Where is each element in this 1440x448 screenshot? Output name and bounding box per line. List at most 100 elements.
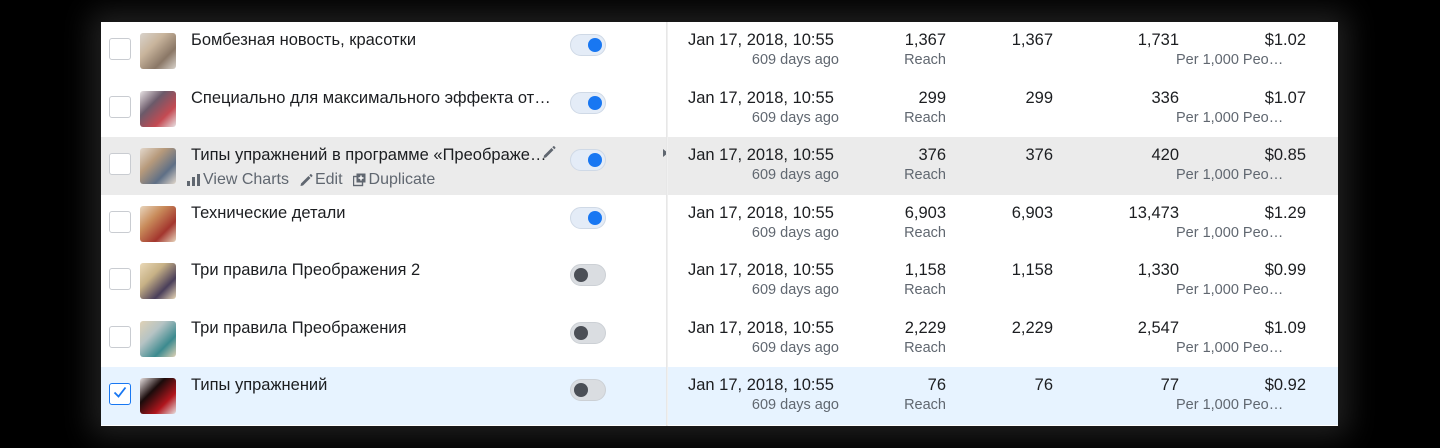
cost-label: Per 1,000 People Reached (1176, 109, 1288, 126)
last-edit-ago: 609 days ago (751, 52, 839, 68)
cost-value: $1.29 (1264, 203, 1306, 222)
last-edit-date: Jan 17, 2018, 10:55 PM (688, 146, 839, 164)
row-checkbox[interactable] (109, 268, 131, 290)
table-row[interactable]: Типы упражнений в программе «Преображени… (101, 137, 1338, 195)
ad-name[interactable]: Бомбезная новость, красотки (191, 31, 551, 50)
last-edit-ago: 609 days ago (751, 167, 839, 183)
ad-name[interactable]: Специально для максимального эффекта от … (191, 89, 551, 108)
ad-name[interactable]: Три правила Преображения 2 (191, 261, 551, 280)
reach-value: 376 (918, 146, 946, 164)
row-checkbox[interactable] (109, 95, 131, 118)
row-checkbox[interactable] (109, 383, 131, 405)
impressions-value: 299 (1025, 88, 1053, 107)
edit-name-icon[interactable] (542, 145, 558, 161)
toggle-knob (574, 325, 588, 340)
toggle-knob (588, 153, 602, 167)
ad-thumbnail (140, 378, 176, 414)
cost-value: $1.02 (1264, 31, 1306, 49)
delivery-toggle[interactable] (570, 149, 606, 171)
last-edit-ago: 609 days ago (751, 339, 839, 356)
table-row[interactable]: Технические детали Jan 17, 2018, 10:55 PM… (101, 195, 1338, 253)
table-row[interactable]: Специально для максимального эффекта от … (101, 80, 1338, 138)
row-checkbox[interactable] (109, 325, 131, 348)
frequency-value: 77 (1160, 376, 1179, 394)
delivery-toggle[interactable] (570, 379, 606, 401)
impressions-value: 76 (1034, 376, 1053, 394)
table-row[interactable]: Три правила Преображения 2 Jan 17, 2018, … (101, 252, 1338, 310)
frequency-value: 13,473 (1128, 203, 1179, 222)
reach-label: Reach (904, 282, 946, 298)
delivery-toggle[interactable] (570, 34, 606, 56)
reach-label: Reach (904, 224, 946, 241)
reach-value: 1,367 (904, 31, 946, 49)
reach-value: 76 (927, 376, 946, 394)
view-charts-link[interactable]: View Charts (187, 171, 289, 189)
ad-thumbnail (140, 90, 176, 127)
frequency-value: 1,731 (1137, 31, 1179, 49)
ad-thumbnail (140, 148, 176, 184)
table-row[interactable]: Три правила Преображения Jan 17, 2018, 10… (101, 310, 1338, 368)
ad-name[interactable]: Типы упражнений в программе «Преображени… (191, 146, 551, 165)
duplicate-icon (352, 173, 367, 187)
ad-thumbnail (140, 320, 176, 357)
impressions-value: 2,229 (1011, 318, 1053, 337)
reach-value: 1,158 (904, 261, 946, 279)
cost-label: Per 1,000 People Reached (1176, 339, 1288, 356)
reach-label: Reach (904, 52, 946, 68)
cost-label: Per 1,000 People Reached (1176, 167, 1288, 183)
last-edit-ago: 609 days ago (751, 397, 839, 413)
toggle-knob (588, 210, 602, 225)
table-row[interactable]: Типы упражнений Jan 17, 2018, 10:55 PM 609… (101, 367, 1338, 425)
row-checkbox[interactable] (109, 210, 131, 233)
bar-chart-icon (187, 174, 201, 186)
toggle-knob (574, 268, 588, 282)
row-actions: View Charts Edit Duplicate (187, 171, 435, 189)
checkmark-icon (113, 385, 127, 399)
delivery-toggle[interactable] (570, 206, 606, 229)
toggle-knob (574, 383, 588, 397)
column-divider (666, 22, 668, 426)
cost-label: Per 1,000 People Reached (1176, 282, 1288, 298)
last-edit-date: Jan 17, 2018, 10:55 PM (688, 376, 839, 394)
delivery-toggle[interactable] (570, 264, 606, 286)
ads-table: Бомбезная новость, красотки Jan 17, 2018,… (101, 22, 1338, 426)
toggle-knob (588, 38, 602, 52)
last-edit-date: Jan 17, 2018, 10:55 PM (688, 318, 839, 337)
row-checkbox[interactable] (109, 38, 131, 60)
impressions-value: 1,158 (1011, 261, 1053, 279)
table-row[interactable]: Бомбезная новость, красотки Jan 17, 2018,… (101, 22, 1338, 80)
reach-value: 2,229 (904, 318, 946, 337)
last-edit-date: Jan 17, 2018, 10:55 PM (688, 203, 839, 222)
frequency-value: 420 (1151, 146, 1179, 164)
impressions-value: 1,367 (1011, 31, 1053, 49)
last-edit-ago: 609 days ago (751, 282, 839, 298)
delivery-toggle[interactable] (570, 91, 606, 114)
reach-label: Reach (904, 167, 946, 183)
last-edit-date: Jan 17, 2018, 10:55 PM (688, 88, 839, 107)
cost-value: $0.92 (1264, 376, 1306, 394)
ad-name[interactable]: Три правила Преображения (191, 319, 551, 338)
cost-value: $1.07 (1264, 88, 1306, 107)
impressions-value: 376 (1025, 146, 1053, 164)
reach-value: 6,903 (904, 203, 946, 222)
cost-label: Per 1,000 People Reached (1176, 52, 1288, 68)
frequency-value: 336 (1151, 88, 1179, 107)
ad-name[interactable]: Типы упражнений (191, 376, 551, 395)
ad-thumbnail (140, 205, 176, 242)
ad-thumbnail (140, 33, 176, 69)
frequency-value: 1,330 (1137, 261, 1179, 279)
cost-value: $1.09 (1264, 318, 1306, 337)
reach-label: Reach (904, 339, 946, 356)
delivery-toggle[interactable] (570, 321, 606, 344)
last-edit-ago: 609 days ago (751, 224, 839, 241)
row-checkbox[interactable] (109, 153, 131, 175)
ad-thumbnail (140, 263, 176, 299)
edit-link[interactable]: Edit (299, 171, 343, 189)
impressions-value: 6,903 (1011, 203, 1053, 222)
duplicate-link[interactable]: Duplicate (352, 171, 435, 189)
cost-value: $0.99 (1264, 261, 1306, 279)
toggle-knob (588, 95, 602, 110)
reach-value: 299 (918, 88, 946, 107)
cost-value: $0.85 (1264, 146, 1306, 164)
ad-name[interactable]: Технические детали (191, 204, 551, 223)
